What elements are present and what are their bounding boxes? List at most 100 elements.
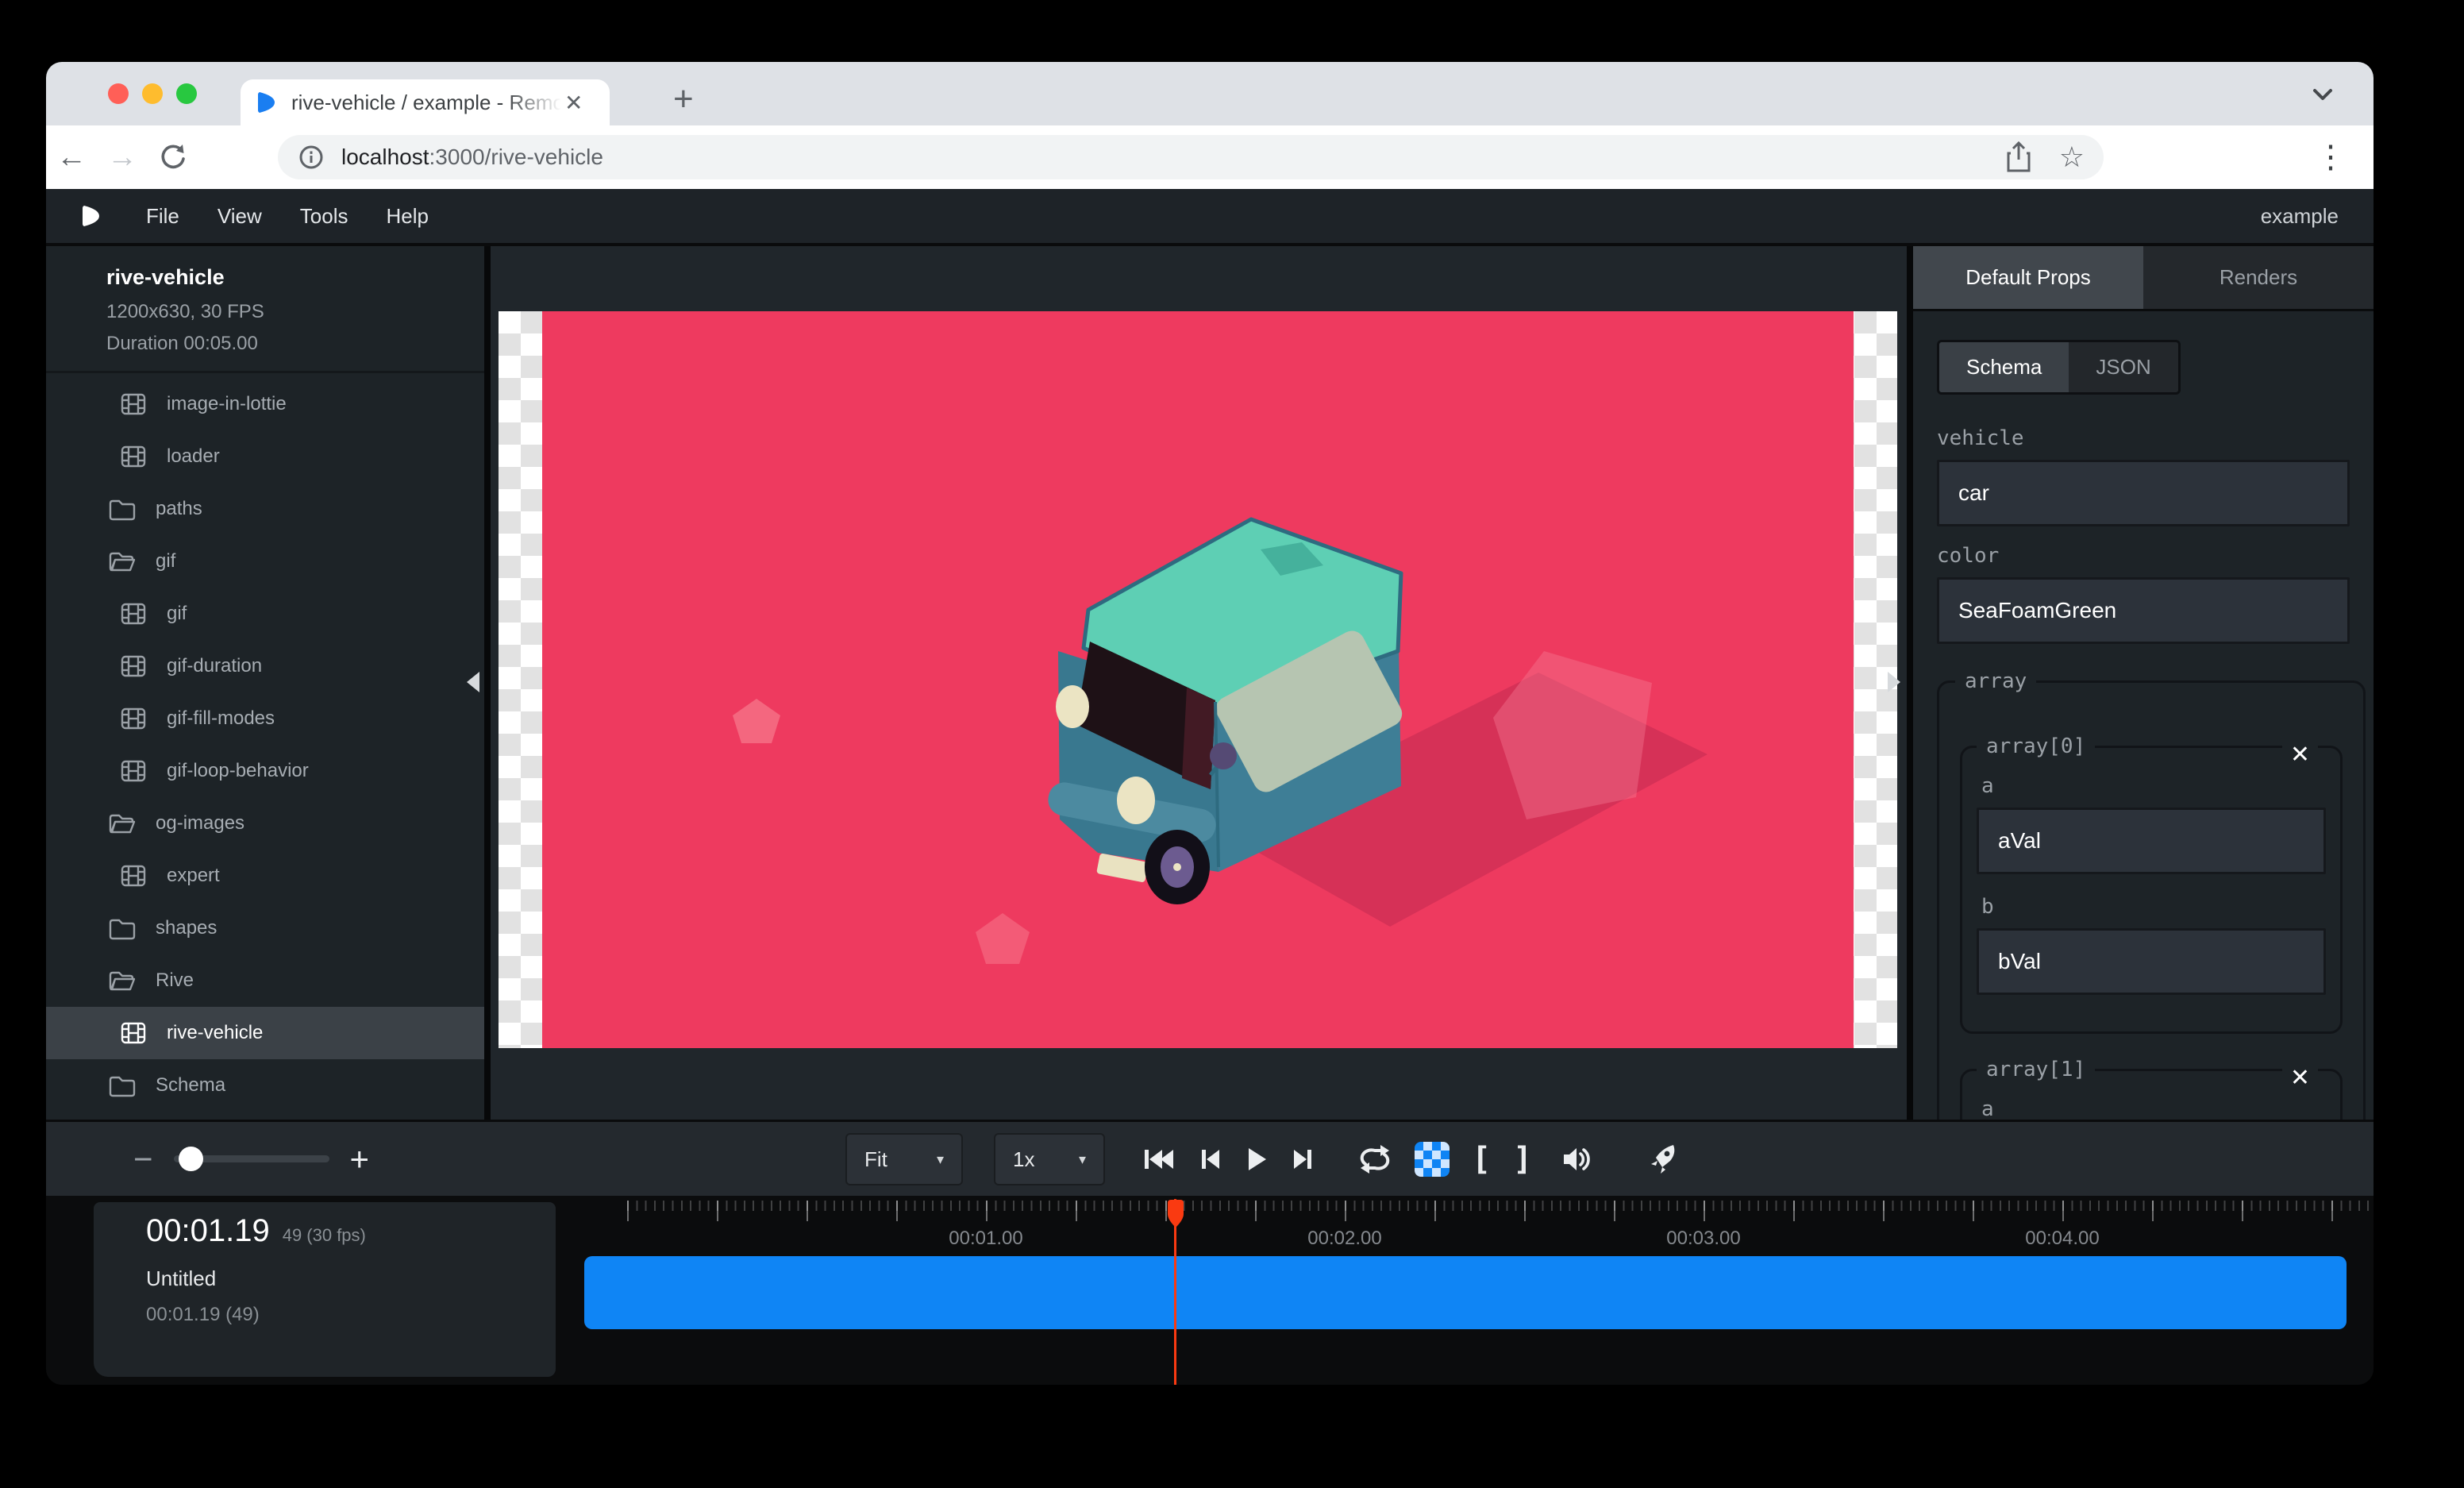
array-0-a-input[interactable]: [1977, 808, 2326, 874]
ruler-label: 00:01.00: [949, 1228, 1022, 1250]
new-tab-button[interactable]: +: [673, 79, 694, 119]
track-name: Untitled: [146, 1266, 556, 1291]
folder-icon: [108, 496, 137, 522]
browser-menu-icon[interactable]: ⋮: [2315, 139, 2347, 175]
reload-button[interactable]: [148, 140, 198, 175]
tab-close-icon[interactable]: ✕: [564, 90, 583, 116]
chevron-down-icon: ▾: [1079, 1151, 1086, 1168]
sidebar-item-rive-vehicle[interactable]: rive-vehicle: [46, 1007, 484, 1059]
sidebar-item-gif-fill-modes[interactable]: gif-fill-modes: [46, 692, 484, 745]
sidebar-item-loader[interactable]: loader: [46, 430, 484, 483]
folder-icon: [108, 916, 137, 941]
array-legend: array: [1955, 669, 2036, 693]
panel-divider[interactable]: [1907, 246, 1913, 1120]
current-time: 00:01.19: [146, 1213, 270, 1249]
play-button[interactable]: [1245, 1145, 1269, 1174]
tab-default-props[interactable]: Default Props: [1913, 246, 2143, 309]
timeline-track-bar[interactable]: [584, 1256, 2347, 1329]
composition-canvas[interactable]: [499, 311, 1897, 1048]
panel-divider[interactable]: [484, 246, 491, 1120]
sidebar-folder-gif[interactable]: gif: [46, 535, 484, 588]
sidebar-item-gif[interactable]: gif: [46, 588, 484, 640]
zoom-out-button[interactable]: −: [133, 1140, 153, 1178]
browser-tab[interactable]: rive-vehicle / example - Remot ✕: [241, 79, 610, 125]
speed-dropdown[interactable]: 1x▾: [994, 1133, 1105, 1185]
sidebar-folder-shapes[interactable]: shapes: [46, 902, 484, 954]
item-label: og-images: [156, 812, 244, 835]
sidebar-item-gif-duration[interactable]: gif-duration: [46, 640, 484, 692]
remove-array-0-button[interactable]: ✕: [2282, 741, 2318, 769]
folder-open-icon: [108, 549, 137, 574]
menu-file[interactable]: File: [127, 204, 198, 229]
compositions-sidebar: rive-vehicle 1200x630, 30 FPS Duration 0…: [46, 246, 484, 1120]
a-label: a: [1981, 1097, 2326, 1120]
film-icon: [120, 862, 147, 889]
color-label: color: [1937, 544, 2350, 568]
sidebar-folder-schema[interactable]: Schema: [46, 1059, 484, 1112]
previous-frame-button[interactable]: [1199, 1145, 1222, 1174]
van-illustration: [542, 311, 1854, 1048]
ruler-label: 00:04.00: [2025, 1228, 2099, 1250]
composition-title: rive-vehicle: [106, 265, 484, 290]
close-window-button[interactable]: [108, 83, 129, 104]
menu-view[interactable]: View: [198, 204, 281, 229]
film-icon: [120, 391, 147, 418]
zoom-slider-knob[interactable]: [179, 1147, 203, 1171]
address-bar[interactable]: localhost:3000/rive-vehicle ☆: [278, 135, 2104, 179]
sidebar-item-image-in-lottie[interactable]: image-in-lottie: [46, 378, 484, 430]
render-rocket-button[interactable]: [1645, 1142, 1681, 1177]
maximize-window-button[interactable]: [176, 83, 197, 104]
array-0-b-input[interactable]: [1977, 928, 2326, 995]
expand-panel-arrow-icon[interactable]: [1888, 672, 1900, 692]
composition-duration: Duration 00:05.00: [106, 333, 484, 355]
composition-info: rive-vehicle 1200x630, 30 FPS Duration 0…: [46, 246, 484, 373]
timeline-track-area[interactable]: 00:01.00 00:02.00 00:03.00 00:04.00: [583, 1196, 2374, 1385]
playback-toolbar: − + Fit▾ 1x▾ [ ]: [46, 1120, 2374, 1196]
sidebar-item-gif-loop-behavior[interactable]: gif-loop-behavior: [46, 745, 484, 797]
transparency-toggle-button[interactable]: [1415, 1142, 1450, 1177]
schema-json-toggle: Schema JSON: [1937, 340, 2181, 395]
set-out-point-button[interactable]: ]: [1513, 1141, 1532, 1178]
ruler-label: 00:02.00: [1307, 1228, 1381, 1250]
zoom-slider[interactable]: [174, 1155, 329, 1162]
set-in-point-button[interactable]: [: [1472, 1141, 1491, 1178]
minimize-window-button[interactable]: [142, 83, 163, 104]
toggle-json[interactable]: JSON: [2069, 342, 2177, 392]
remove-array-1-button[interactable]: ✕: [2282, 1064, 2318, 1092]
color-input[interactable]: [1937, 577, 2350, 644]
tab-renders[interactable]: Renders: [2143, 246, 2374, 309]
fit-dropdown[interactable]: Fit▾: [845, 1133, 963, 1185]
schema-editor: Schema JSON vehicle color array array[0]…: [1913, 311, 2374, 1120]
collapse-sidebar-arrow-icon[interactable]: [467, 672, 479, 692]
timeline-ruler[interactable]: [583, 1201, 2374, 1224]
site-info-icon[interactable]: [297, 143, 325, 172]
playhead[interactable]: [1174, 1199, 1176, 1385]
composition-resolution: 1200x630, 30 FPS: [106, 301, 484, 323]
toggle-schema[interactable]: Schema: [1939, 342, 2069, 392]
share-icon[interactable]: [2005, 141, 2032, 174]
a-label: a: [1981, 774, 2326, 798]
back-button[interactable]: ←: [46, 141, 97, 175]
bookmark-star-icon[interactable]: ☆: [2059, 141, 2085, 174]
remotion-logo-icon[interactable]: [79, 203, 103, 229]
item-label: gif-loop-behavior: [167, 760, 309, 782]
next-frame-button[interactable]: [1291, 1145, 1315, 1174]
zoom-in-button[interactable]: +: [350, 1140, 370, 1178]
forward-button: →: [97, 141, 148, 175]
vehicle-input[interactable]: [1937, 460, 2350, 526]
sidebar-folder-rive[interactable]: Rive: [46, 954, 484, 1007]
preview-panel: [491, 246, 1907, 1120]
tab-search-chevron-icon[interactable]: [2308, 84, 2337, 105]
menu-help[interactable]: Help: [368, 204, 448, 229]
array-1-legend: array[1]: [1977, 1058, 2095, 1081]
volume-button[interactable]: [1561, 1143, 1596, 1175]
loop-toggle-button[interactable]: [1357, 1143, 1392, 1175]
menu-tools[interactable]: Tools: [281, 204, 368, 229]
sidebar-folder-og-images[interactable]: og-images: [46, 797, 484, 850]
item-label: Schema: [156, 1074, 225, 1097]
remotion-favicon-icon: [255, 90, 279, 115]
array-1-fieldset: array[1] ✕ a b: [1960, 1058, 2343, 1120]
sidebar-folder-paths[interactable]: paths: [46, 483, 484, 535]
sidebar-item-expert[interactable]: expert: [46, 850, 484, 902]
skip-to-start-button[interactable]: [1142, 1145, 1176, 1174]
